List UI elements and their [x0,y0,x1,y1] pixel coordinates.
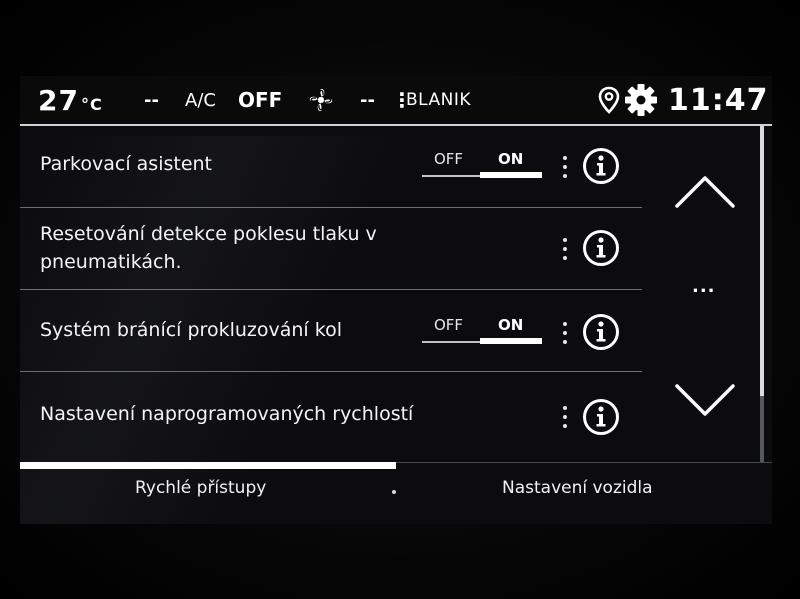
toggle-knob [480,172,542,178]
setting-label: Parkovací asistent [40,153,213,175]
tab-quick-access[interactable]: Rychlé přístupy [135,478,266,498]
toggle-on-label: ON [498,150,524,168]
gear-icon[interactable] [624,76,658,124]
info-icon[interactable] [582,229,620,267]
blanik-label: BLANIK [406,90,472,110]
kebab-menu-icon[interactable] [560,402,570,432]
kebab-menu-icon[interactable] [560,152,570,182]
tab-separator-dot [392,490,396,494]
parking-assist-toggle[interactable]: OFF ON [422,150,544,182]
scrollbar-thumb[interactable] [760,126,764,396]
kebab-menu-icon[interactable] [560,318,570,348]
location-pin-icon[interactable] [598,76,620,124]
setting-row-speed-presets[interactable]: Nastavení naprogramovaných rychlostí [20,372,642,462]
toggle-off-label: OFF [434,150,464,168]
setting-label: Resetování detekce poklesu tlaku v pneum… [40,220,377,276]
clock: 11:47 [668,82,769,118]
infotainment-screen: 27 °C -- A/C OFF -- ⋮ BLANIK 11:47 Parko… [20,76,772,524]
toggle-on-label: ON [498,316,524,334]
setting-label-line2: pneumatikách. [40,251,182,273]
left-seat-value[interactable]: -- [144,76,159,124]
ac-state-button[interactable]: OFF [238,76,282,124]
fan-speed-value[interactable]: -- [360,76,375,124]
toggle-off-label: OFF [434,316,464,334]
chevron-down-icon[interactable] [672,380,738,420]
ac-label: A/C [185,89,216,111]
kebab-menu-icon[interactable] [560,234,570,264]
toggle-knob [480,338,542,344]
status-bar: 27 °C -- A/C OFF -- ⋮ BLANIK 11:47 [20,76,772,124]
chevron-up-icon[interactable] [672,172,738,212]
info-icon[interactable] [582,313,620,351]
more-indicator: ... [692,276,716,297]
setting-row-parking-assist[interactable]: Parkovací asistent OFF ON [20,126,642,208]
setting-row-traction-control[interactable]: Systém bránící prokluzování kol OFF ON [20,290,642,372]
active-tab-indicator [20,462,396,469]
setting-row-tire-pressure-reset[interactable]: Resetování detekce poklesu tlaku v pneum… [20,208,642,290]
temperature-unit: °C [80,95,103,114]
fan-icon[interactable] [304,76,338,124]
tab-vehicle-settings[interactable]: Nastavení vozidla [502,478,653,498]
info-icon[interactable] [582,147,620,185]
setting-label: Nastavení naprogramovaných rychlostí [40,403,414,425]
setting-label: Systém bránící prokluzování kol [40,319,342,341]
temperature-readout[interactable]: 27 °C [38,76,103,124]
setting-label-line1: Resetování detekce poklesu tlaku v [40,223,377,245]
temperature-value: 27 [38,83,79,117]
settings-list: Parkovací asistent OFF ON Resetování det… [20,126,642,462]
traction-control-toggle[interactable]: OFF ON [422,316,544,348]
info-icon[interactable] [582,398,620,436]
